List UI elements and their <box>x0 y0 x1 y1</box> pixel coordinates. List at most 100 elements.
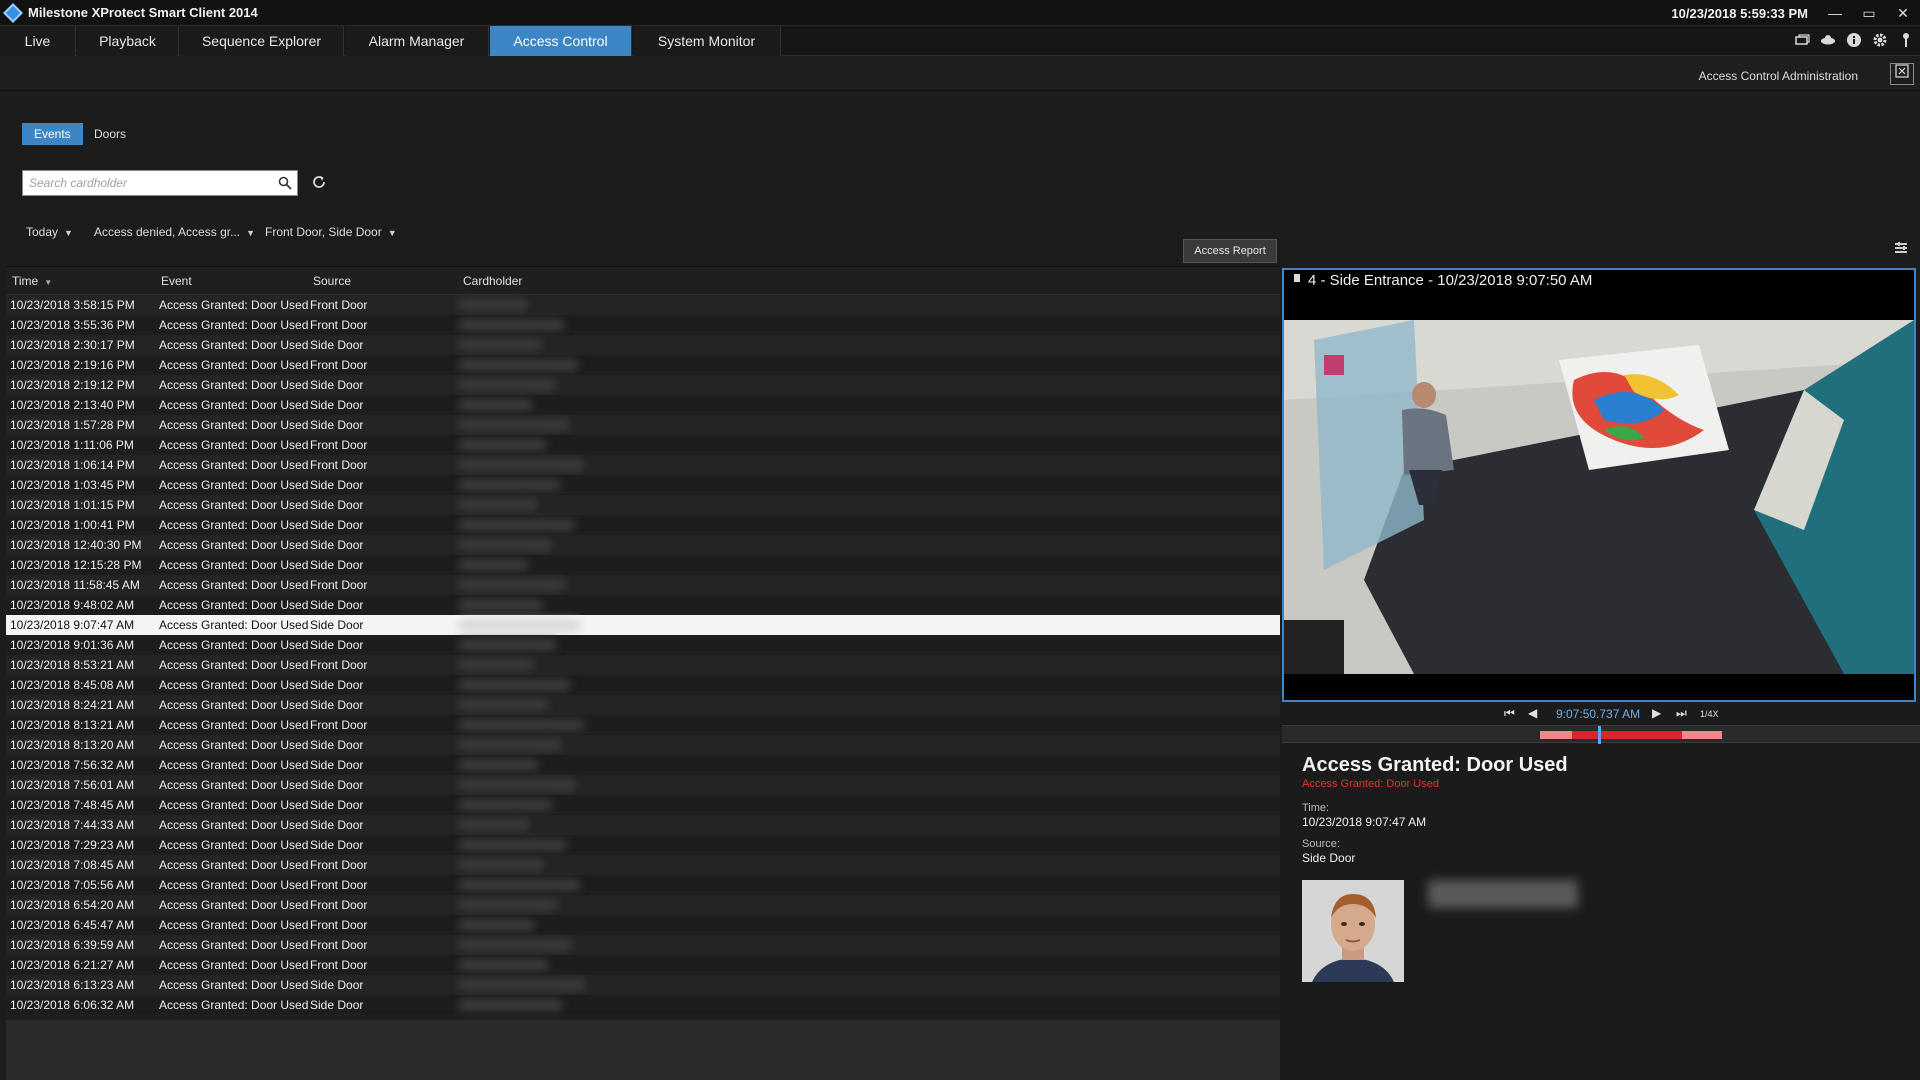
table-row[interactable]: 10/23/2018 9:48:02 AM Access Granted: Doo… <box>6 595 1280 615</box>
pin-icon[interactable] <box>1898 32 1914 48</box>
close-icon[interactable]: ✕ <box>1886 0 1920 26</box>
table-row[interactable]: 10/23/2018 6:54:20 AM Access Granted: Doo… <box>6 895 1280 915</box>
column-header-time[interactable]: Time ▼ <box>12 274 52 288</box>
table-row[interactable]: 10/23/2018 7:44:33 AM Access Granted: Doo… <box>6 815 1280 835</box>
search-cardholder-input[interactable] <box>23 171 263 195</box>
table-row[interactable]: 10/23/2018 1:00:41 PM Access Granted: Doo… <box>6 515 1280 535</box>
table-row[interactable]: 10/23/2018 8:24:21 AM Access Granted: Doo… <box>6 695 1280 715</box>
filter-source[interactable]: Front Door, Side Door ▼ <box>265 224 397 240</box>
timeline[interactable] <box>1282 725 1920 744</box>
cell-event: Access Granted: Door Used <box>159 438 309 452</box>
cell-cardholder-redacted <box>452 995 602 1015</box>
table-row[interactable]: 10/23/2018 2:19:12 PM Access Granted: Doo… <box>6 375 1280 395</box>
table-row[interactable]: 10/23/2018 8:13:21 AM Access Granted: Doo… <box>6 715 1280 735</box>
cell-event: Access Granted: Door Used <box>159 358 309 372</box>
playback-time: 9:07:50.737 AM <box>1556 707 1641 721</box>
table-row[interactable]: 10/23/2018 12:40:30 PM Access Granted: Do… <box>6 535 1280 555</box>
table-row[interactable]: 10/23/2018 6:21:27 AM Access Granted: Doo… <box>6 955 1280 975</box>
search-icon[interactable] <box>278 176 292 190</box>
table-row[interactable]: 10/23/2018 8:53:21 AM Access Granted: Doo… <box>6 655 1280 675</box>
cell-time: 10/23/2018 1:11:06 PM <box>10 438 134 452</box>
column-header-source[interactable]: Source <box>313 274 351 288</box>
redacted-bar <box>458 599 543 611</box>
table-empty-area <box>6 1020 1280 1080</box>
refresh-icon[interactable] <box>310 173 328 191</box>
cell-source: Front Door <box>310 578 368 592</box>
subtab-events[interactable]: Events <box>22 123 83 145</box>
cell-event: Access Granted: Door Used <box>159 578 309 592</box>
timeline-recording-segment <box>1572 731 1682 739</box>
subtab-doors[interactable]: Doors <box>82 123 138 145</box>
info-icon[interactable] <box>1846 32 1862 48</box>
table-row[interactable]: 10/23/2018 7:29:23 AM Access Granted: Doo… <box>6 835 1280 855</box>
redacted-bar <box>458 639 557 651</box>
window-icon[interactable] <box>1794 32 1810 48</box>
table-row[interactable]: 10/23/2018 2:19:16 PM Access Granted: Doo… <box>6 355 1280 375</box>
cell-source: Side Door <box>310 638 364 652</box>
column-header-cardholder[interactable]: Cardholder <box>463 274 522 288</box>
tab-system-monitor[interactable]: System Monitor <box>633 26 781 56</box>
filter-event-type[interactable]: Access denied, Access gr... ▼ <box>94 224 255 240</box>
maximize-icon[interactable]: ▭ <box>1852 0 1886 26</box>
table-row[interactable]: 10/23/2018 8:13:20 AM Access Granted: Doo… <box>6 735 1280 755</box>
skip-end-icon[interactable]: ⏭ <box>1676 706 1687 721</box>
camera-title-label: 4 - Side Entrance - 10/23/2018 9:07:50 A… <box>1308 272 1593 289</box>
cell-time: 10/23/2018 8:45:08 AM <box>10 678 135 692</box>
play-reverse-icon[interactable]: ◀ <box>1528 706 1537 720</box>
table-row[interactable]: 10/23/2018 6:13:23 AM Access Granted: Doo… <box>6 975 1280 995</box>
tab-playback[interactable]: Playback <box>77 26 179 56</box>
playback-speed[interactable]: 1/4X <box>1700 709 1719 719</box>
tab-live[interactable]: Live <box>0 26 76 56</box>
table-row[interactable]: 10/23/2018 6:39:59 AM Access Granted: Doo… <box>6 935 1280 955</box>
table-row[interactable]: 10/23/2018 6:45:47 AM Access Granted: Doo… <box>6 915 1280 935</box>
camera-view[interactable]: 4 - Side Entrance - 10/23/2018 9:07:50 A… <box>1282 268 1916 702</box>
table-row[interactable]: 10/23/2018 6:06:32 AM Access Granted: Doo… <box>6 995 1280 1015</box>
skip-start-icon[interactable]: ⏮ <box>1504 706 1515 721</box>
tab-alarm-manager[interactable]: Alarm Manager <box>345 26 489 56</box>
table-row[interactable]: 10/23/2018 7:05:56 AM Access Granted: Doo… <box>6 875 1280 895</box>
table-row[interactable]: 10/23/2018 7:08:45 AM Access Granted: Doo… <box>6 855 1280 875</box>
table-row[interactable]: 10/23/2018 2:13:40 PM Access Granted: Doo… <box>6 395 1280 415</box>
expand-icon[interactable] <box>1890 63 1914 85</box>
table-row[interactable]: 10/23/2018 7:48:45 AM Access Granted: Doo… <box>6 795 1280 815</box>
column-header-event[interactable]: Event <box>161 274 192 288</box>
timeline-motion-segment <box>1682 731 1722 739</box>
access-report-button[interactable]: Access Report <box>1183 239 1277 263</box>
table-row[interactable]: 10/23/2018 7:56:01 AM Access Granted: Doo… <box>6 775 1280 795</box>
table-row[interactable]: 10/23/2018 8:45:08 AM Access Granted: Doo… <box>6 675 1280 695</box>
table-row[interactable]: 10/23/2018 1:57:28 PM Access Granted: Doo… <box>6 415 1280 435</box>
cell-event: Access Granted: Door Used <box>159 758 309 772</box>
cell-time: 10/23/2018 3:58:15 PM <box>10 298 135 312</box>
redacted-bar <box>458 859 544 871</box>
table-row[interactable]: 10/23/2018 7:56:32 AM Access Granted: Doo… <box>6 755 1280 775</box>
tab-sequence-explorer[interactable]: Sequence Explorer <box>180 26 344 56</box>
timeline-cursor[interactable] <box>1598 726 1601 744</box>
table-row[interactable]: 10/23/2018 11:58:45 AM Access Granted: Do… <box>6 575 1280 595</box>
table-row[interactable]: 10/23/2018 9:07:47 AM Access Granted: Doo… <box>6 615 1280 635</box>
table-row[interactable]: 10/23/2018 1:06:14 PM Access Granted: Doo… <box>6 455 1280 475</box>
filter-time[interactable]: Today ▼ <box>26 224 73 240</box>
redacted-bar <box>458 499 538 511</box>
cloud-icon[interactable] <box>1820 32 1836 48</box>
view-settings-icon[interactable] <box>1893 240 1909 256</box>
cell-time: 10/23/2018 7:48:45 AM <box>10 798 135 812</box>
redacted-bar <box>458 659 534 671</box>
redacted-bar <box>458 559 529 571</box>
cell-event: Access Granted: Door Used <box>159 958 309 972</box>
table-row[interactable]: 10/23/2018 2:30:17 PM Access Granted: Doo… <box>6 335 1280 355</box>
table-row[interactable]: 10/23/2018 1:03:45 PM Access Granted: Doo… <box>6 475 1280 495</box>
table-row[interactable]: 10/23/2018 3:58:15 PM Access Granted: Doo… <box>6 295 1280 315</box>
table-row[interactable]: 10/23/2018 1:01:15 PM Access Granted: Doo… <box>6 495 1280 515</box>
play-forward-icon[interactable]: ▶ <box>1652 706 1661 720</box>
table-row[interactable]: 10/23/2018 12:15:28 PM Access Granted: Do… <box>6 555 1280 575</box>
table-row[interactable]: 10/23/2018 3:55:36 PM Access Granted: Doo… <box>6 315 1280 335</box>
cardholder-photo <box>1302 880 1404 982</box>
tab-access-control[interactable]: Access Control <box>490 26 632 56</box>
gear-icon[interactable] <box>1872 32 1888 48</box>
cell-cardholder-redacted <box>452 615 602 635</box>
minimize-icon[interactable]: — <box>1818 0 1852 26</box>
table-row[interactable]: 10/23/2018 9:01:36 AM Access Granted: Doo… <box>6 635 1280 655</box>
access-control-administration-link[interactable]: Access Control Administration <box>1699 69 1858 83</box>
cell-cardholder-redacted <box>452 435 602 455</box>
table-row[interactable]: 10/23/2018 1:11:06 PM Access Granted: Doo… <box>6 435 1280 455</box>
